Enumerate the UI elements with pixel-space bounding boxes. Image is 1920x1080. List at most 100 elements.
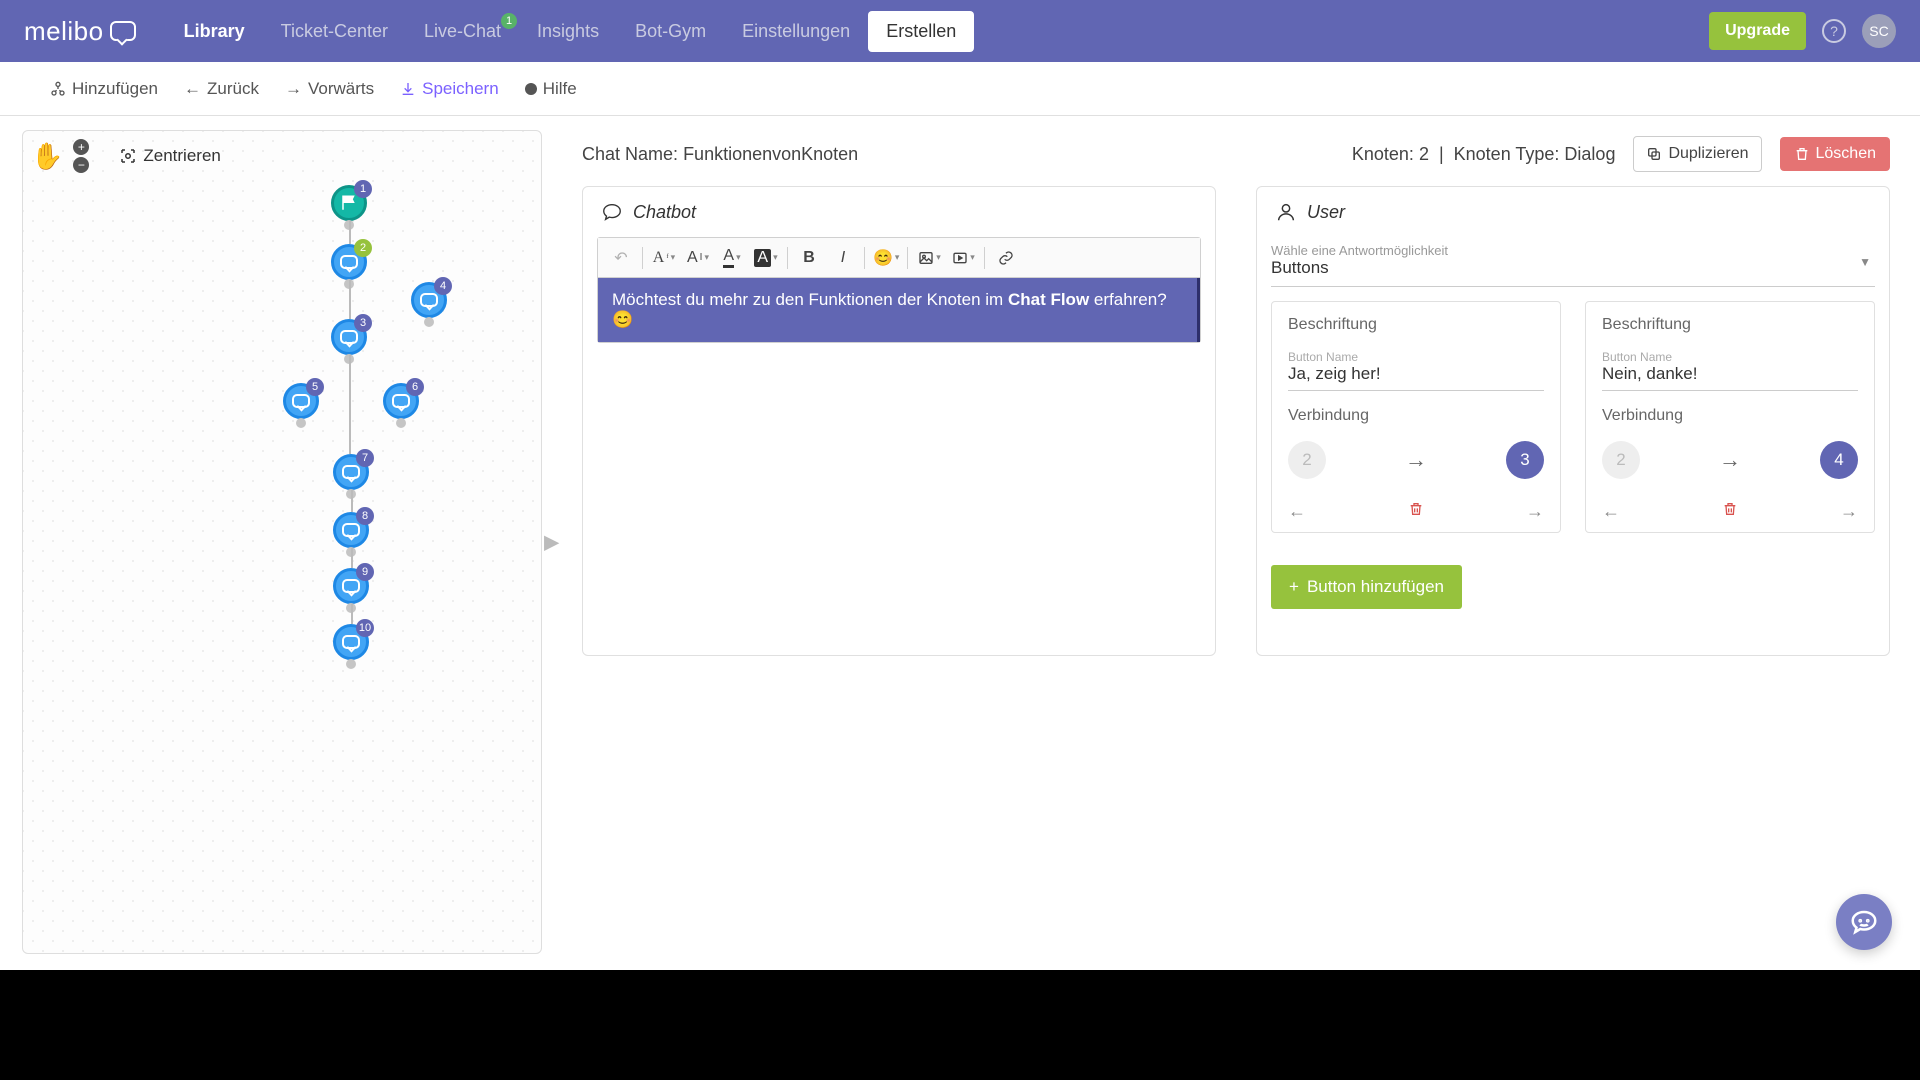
card-prev-button[interactable]: ←	[1602, 501, 1620, 522]
flow-node-10[interactable]: 10	[333, 624, 369, 660]
flow-edge	[351, 604, 353, 624]
center-button[interactable]: Zentrieren	[119, 146, 220, 166]
canvas-expand-handle[interactable]: ▶	[544, 530, 559, 555]
hand-tool-icon[interactable]: ✋	[31, 141, 63, 172]
add-button-button[interactable]: + Button hinzufügen	[1271, 565, 1462, 609]
nodes-icon	[50, 81, 66, 97]
toolbar-divider	[864, 247, 865, 269]
nav-settings[interactable]: Einstellungen	[724, 11, 868, 52]
flow-edge	[351, 548, 353, 568]
node-connector[interactable]	[396, 418, 406, 428]
dot-icon	[525, 83, 537, 95]
nav-bot-gym[interactable]: Bot-Gym	[617, 11, 724, 52]
subnav-help[interactable]: Hilfe	[525, 79, 577, 99]
card-prev-button[interactable]: ←	[1288, 501, 1306, 522]
chat-bubble-icon	[292, 394, 310, 408]
card-footer: ←→	[1602, 495, 1858, 522]
flow-node-6[interactable]: 6	[383, 383, 419, 419]
canvas-tools: ✋ + − Zentrieren	[31, 139, 221, 173]
user-icon	[1275, 201, 1297, 223]
node-badge: 3	[354, 314, 372, 332]
zoom-controls: + −	[73, 139, 89, 173]
flow-node-3[interactable]: 3	[331, 319, 367, 355]
highlight-dropdown[interactable]: A▾	[753, 245, 779, 271]
rt-content[interactable]: Möchtest du mehr zu den Funktionen der K…	[598, 278, 1200, 342]
emoji-dropdown[interactable]: 😊▾	[873, 245, 899, 271]
nav-library[interactable]: Library	[166, 11, 263, 52]
video-dropdown[interactable]: ▾	[950, 245, 976, 271]
node-badge: 6	[406, 378, 424, 396]
connection-source[interactable]: 2	[1602, 441, 1640, 479]
brand-logo: melibo	[24, 16, 136, 47]
connection-target[interactable]: 3	[1506, 441, 1544, 479]
arrow-right-icon: →	[1719, 447, 1741, 473]
nav-insights[interactable]: Insights	[519, 11, 617, 52]
input-label: Button Name	[1288, 350, 1544, 364]
chat-bubble-icon	[342, 635, 360, 649]
flow-node-9[interactable]: 9	[333, 568, 369, 604]
image-dropdown[interactable]: ▾	[916, 245, 942, 271]
flow-node-5[interactable]: 5	[283, 383, 319, 419]
italic-button[interactable]: I	[830, 245, 856, 271]
flow-node-1[interactable]: 1	[331, 185, 367, 221]
text-color-dropdown[interactable]: A▾	[719, 245, 745, 271]
button-name-input[interactable]	[1602, 364, 1858, 384]
answer-type-dropdown[interactable]: Wähle eine Antwortmöglichkeit Buttons ▼	[1271, 237, 1875, 287]
font-size-dropdown[interactable]: AI▾	[685, 245, 711, 271]
card-delete-button[interactable]	[1722, 501, 1738, 522]
card-delete-button[interactable]	[1408, 501, 1424, 522]
avatar[interactable]: SC	[1862, 14, 1896, 48]
image-icon	[918, 250, 934, 266]
sub-nav: Hinzufügen ← Zurück → Vorwärts Speichern…	[0, 62, 1920, 116]
field-label: Beschriftung	[1602, 316, 1858, 334]
flow-node-7[interactable]: 7	[333, 454, 369, 490]
subnav-forward[interactable]: → Vorwärts	[285, 79, 374, 99]
subnav-back[interactable]: ← Zurück	[184, 79, 259, 99]
card-footer: ←→	[1288, 495, 1544, 522]
chevron-down-icon: ▼	[1859, 255, 1871, 269]
chat-bubble-icon	[420, 293, 438, 307]
flow-node-2[interactable]: 2	[331, 244, 367, 280]
toolbar-divider	[907, 247, 908, 269]
zoom-in-button[interactable]: +	[73, 139, 89, 155]
chat-icon	[601, 201, 623, 223]
delete-button[interactable]: Löschen	[1780, 137, 1891, 171]
flag-icon	[340, 194, 358, 212]
node-connector[interactable]	[296, 418, 306, 428]
duplicate-button[interactable]: Duplizieren	[1633, 136, 1761, 172]
bold-button[interactable]: B	[796, 245, 822, 271]
flow-node-8[interactable]: 8	[333, 512, 369, 548]
connection-source[interactable]: 2	[1288, 441, 1326, 479]
flow-canvas[interactable]: ✋ + − Zentrieren 12435678910 ▶	[22, 130, 542, 954]
button-card-0: BeschriftungButton NameVerbindung2→3←→	[1271, 301, 1561, 533]
rt-toolbar: ↶ Aᶠ▾ AI▾ A▾ A▾ B I 😊▾ ▾	[598, 238, 1200, 278]
node-connector[interactable]	[346, 659, 356, 669]
editor-top-bar: Chat Name: FunktionenvonKnoten Knoten: 2…	[582, 136, 1890, 172]
font-family-dropdown[interactable]: Aᶠ▾	[651, 245, 677, 271]
user-panel: User Wähle eine Antwortmöglichkeit Butto…	[1256, 186, 1890, 656]
chat-bubble-icon	[340, 255, 358, 269]
connection-target[interactable]: 4	[1820, 441, 1858, 479]
crosshair-icon	[119, 147, 137, 165]
card-next-button[interactable]: →	[1840, 501, 1858, 522]
nav-live-chat[interactable]: Live-Chat 1	[406, 11, 519, 52]
input-label: Button Name	[1602, 350, 1858, 364]
zoom-out-button[interactable]: −	[73, 157, 89, 173]
upgrade-button[interactable]: Upgrade	[1709, 12, 1806, 50]
nav-ticket-center[interactable]: Ticket-Center	[263, 11, 406, 52]
toolbar-divider	[984, 247, 985, 269]
chat-fab[interactable]	[1836, 894, 1892, 950]
link-button[interactable]	[993, 245, 1019, 271]
arrow-right-icon: →	[285, 79, 302, 99]
card-next-button[interactable]: →	[1526, 501, 1544, 522]
undo-button[interactable]: ↶	[608, 245, 634, 271]
subnav-save[interactable]: Speichern	[400, 79, 499, 99]
button-name-input[interactable]	[1288, 364, 1544, 384]
nav-create[interactable]: Erstellen	[868, 11, 974, 52]
node-connector[interactable]	[424, 317, 434, 327]
video-icon	[952, 250, 968, 266]
flow-node-4[interactable]: 4	[411, 282, 447, 318]
connection-label: Verbindung	[1602, 407, 1858, 425]
subnav-add[interactable]: Hinzufügen	[50, 79, 158, 99]
help-icon[interactable]: ?	[1822, 19, 1846, 43]
